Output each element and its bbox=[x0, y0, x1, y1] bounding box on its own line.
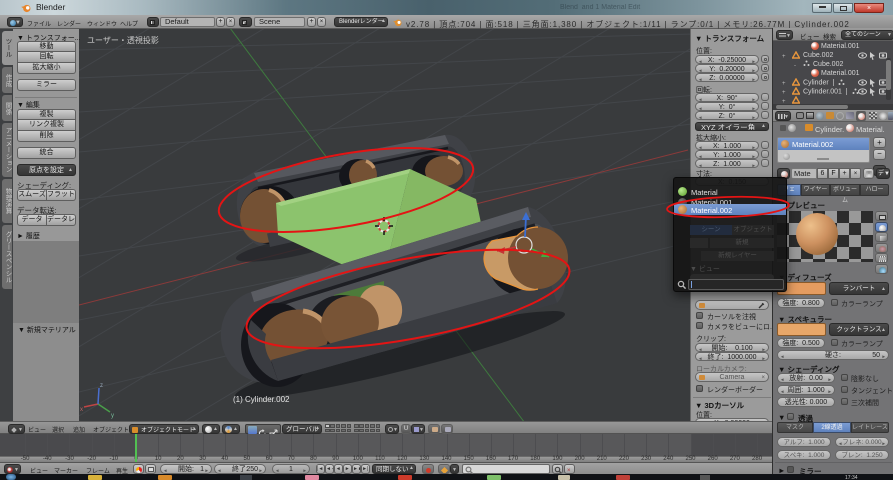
svg-text:y: y bbox=[111, 413, 114, 419]
svg-text:z: z bbox=[100, 383, 103, 389]
svg-text:x: x bbox=[80, 407, 83, 413]
